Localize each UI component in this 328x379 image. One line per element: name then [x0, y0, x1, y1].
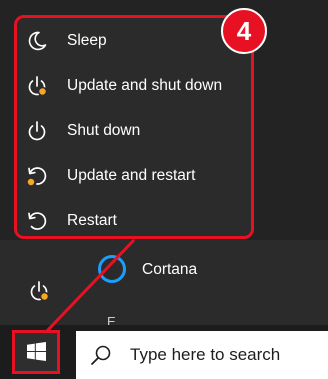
restart-update-icon: [26, 165, 48, 187]
cortana-item[interactable]: Cortana: [95, 252, 295, 288]
power-button[interactable]: [28, 280, 50, 302]
menu-item-label: Update and restart: [67, 167, 196, 184]
menu-item-update-and-shut-down[interactable]: Update and shut down: [17, 66, 251, 106]
moon-icon: [26, 30, 48, 52]
restart-icon: [26, 210, 48, 232]
taskbar-search-box[interactable]: Type here to search: [76, 331, 328, 379]
start-button[interactable]: [12, 330, 60, 374]
menu-item-label: Restart: [67, 212, 117, 229]
cortana-label: Cortana: [142, 261, 198, 278]
power-update-icon: [26, 75, 48, 97]
menu-item-label: Sleep: [67, 32, 107, 49]
menu-item-restart[interactable]: Restart: [17, 201, 251, 241]
menu-item-shut-down[interactable]: Shut down: [17, 111, 251, 151]
power-options-menu: Sleep Update and shut down Shut down Upd…: [14, 15, 254, 239]
menu-item-update-and-restart[interactable]: Update and restart: [17, 156, 251, 196]
search-placeholder: Type here to search: [130, 345, 281, 364]
windows-logo-icon: [27, 342, 46, 361]
power-update-icon: [30, 281, 50, 302]
menu-item-label: Update and shut down: [67, 77, 223, 94]
step-number-badge: 4: [221, 8, 267, 54]
menu-item-sleep[interactable]: Sleep: [17, 21, 251, 61]
power-icon: [26, 120, 48, 142]
menu-item-label: Shut down: [67, 122, 141, 139]
cortana-icon: [98, 255, 126, 283]
search-icon: [90, 344, 112, 366]
